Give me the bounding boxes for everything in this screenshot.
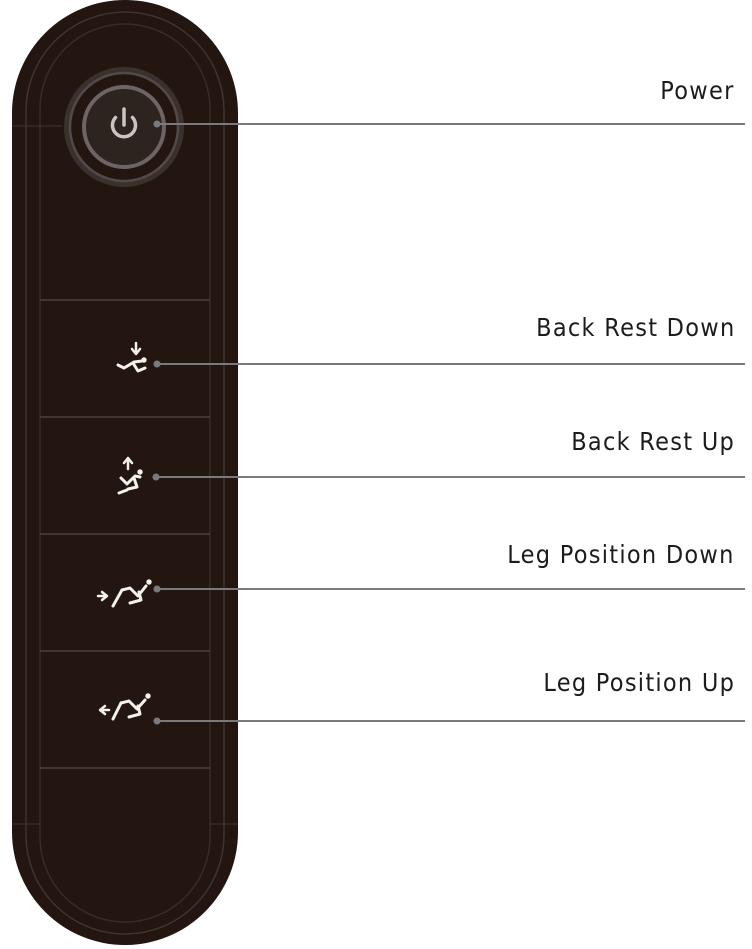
- power-button[interactable]: [64, 67, 184, 187]
- leg-position-down-button[interactable]: [40, 535, 210, 650]
- label-leg-position-down: Leg Position Down: [507, 540, 735, 569]
- back-rest-up-button[interactable]: [40, 418, 210, 533]
- label-power: Power: [660, 76, 735, 105]
- remote-diagram: Power Back Rest Down Back Rest Up Leg Po…: [0, 0, 752, 945]
- leader-back-rest-up: [152, 473, 745, 481]
- leader-leg-position-down: [153, 585, 745, 593]
- back-rest-down-button[interactable]: [40, 301, 210, 416]
- leg-position-up-button[interactable]: [40, 652, 210, 767]
- leader-back-rest-down: [153, 360, 745, 368]
- label-back-rest-down: Back Rest Down: [535, 313, 735, 342]
- leader-power: [153, 120, 745, 128]
- leader-leg-position-up: [153, 717, 745, 725]
- label-back-rest-up: Back Rest Up: [571, 427, 735, 456]
- remote-illustration: [12, 0, 745, 945]
- label-leg-position-up: Leg Position Up: [543, 668, 735, 697]
